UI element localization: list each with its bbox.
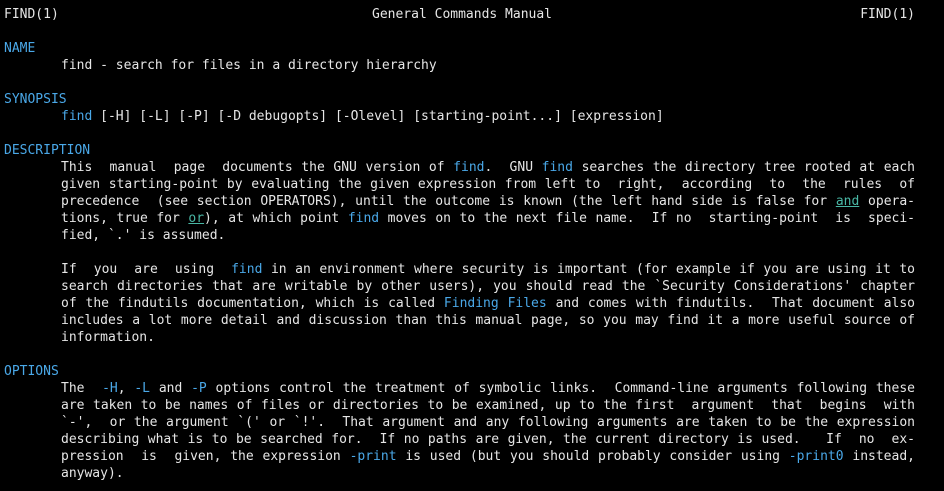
name-description: find - search for files in a directory h… bbox=[61, 58, 437, 73]
description-p2-line-5: information. bbox=[61, 330, 155, 345]
description-p2-line-1: If you are using find in an environment … bbox=[61, 262, 915, 277]
option-H: -H bbox=[102, 381, 118, 396]
bold-find: find bbox=[541, 160, 573, 175]
description-p1-line-4: tions, true for or), at which point find… bbox=[61, 211, 916, 226]
bold-find: find bbox=[347, 211, 380, 226]
underlined-or: or bbox=[188, 211, 205, 226]
description-p2-line-2: search directories that are writable by … bbox=[61, 279, 915, 294]
options-line-6: anyway). bbox=[61, 466, 124, 481]
man-header-left: FIND(1) bbox=[4, 7, 59, 22]
bold-find: find bbox=[231, 262, 263, 277]
description-p1-line-5: fied, `.' is assumed. bbox=[61, 228, 226, 243]
description-p1-line-3: precedence (see section OPERATORS), unti… bbox=[61, 194, 916, 209]
option-L: -L bbox=[134, 381, 151, 396]
options-line-3: `-', or the argument `(' or `!'. That ar… bbox=[61, 415, 915, 430]
man-header-title: General Commands Manual bbox=[372, 7, 553, 22]
terminal-window[interactable]: FIND(1) General Commands Manual FIND(1) … bbox=[0, 0, 944, 491]
option-P: -P bbox=[191, 381, 207, 396]
option-print: -print bbox=[349, 449, 397, 464]
section-heading-description: DESCRIPTION bbox=[4, 143, 91, 158]
options-line-5: pression is given, the expression -print… bbox=[61, 449, 915, 464]
description-p1-line-2: given starting-point by evaluating the g… bbox=[61, 177, 915, 192]
bold-find: find bbox=[453, 160, 485, 175]
underlined-and: and bbox=[835, 194, 860, 209]
synopsis-command: find bbox=[61, 109, 93, 124]
synopsis-arguments: [-H] [-L] [-P] [-D debugopts] [-Olevel] … bbox=[92, 109, 664, 124]
description-p1-line-1: This manual page documents the GNU versi… bbox=[61, 160, 916, 175]
bold-finding-files: Finding Files bbox=[443, 296, 547, 311]
options-line-2: are taken to be names of files or direct… bbox=[61, 398, 915, 413]
option-print0: -print0 bbox=[788, 449, 844, 464]
man-header-right: FIND(1) bbox=[860, 7, 915, 22]
description-p2-line-4: includes a lot more detail and discussio… bbox=[61, 313, 915, 328]
description-p2-line-3: of the findutils documentation, which is… bbox=[61, 296, 915, 311]
options-line-1: The -H, -L and -P options control the tr… bbox=[61, 381, 915, 396]
section-heading-name: NAME bbox=[4, 41, 36, 56]
options-line-4: describing what is to be searched for. I… bbox=[61, 432, 915, 447]
synopsis-line: find [-H] [-L] [-P] [-D debugopts] [-Ole… bbox=[61, 108, 915, 125]
section-heading-options: OPTIONS bbox=[4, 364, 59, 379]
section-heading-synopsis: SYNOPSIS bbox=[4, 92, 67, 107]
